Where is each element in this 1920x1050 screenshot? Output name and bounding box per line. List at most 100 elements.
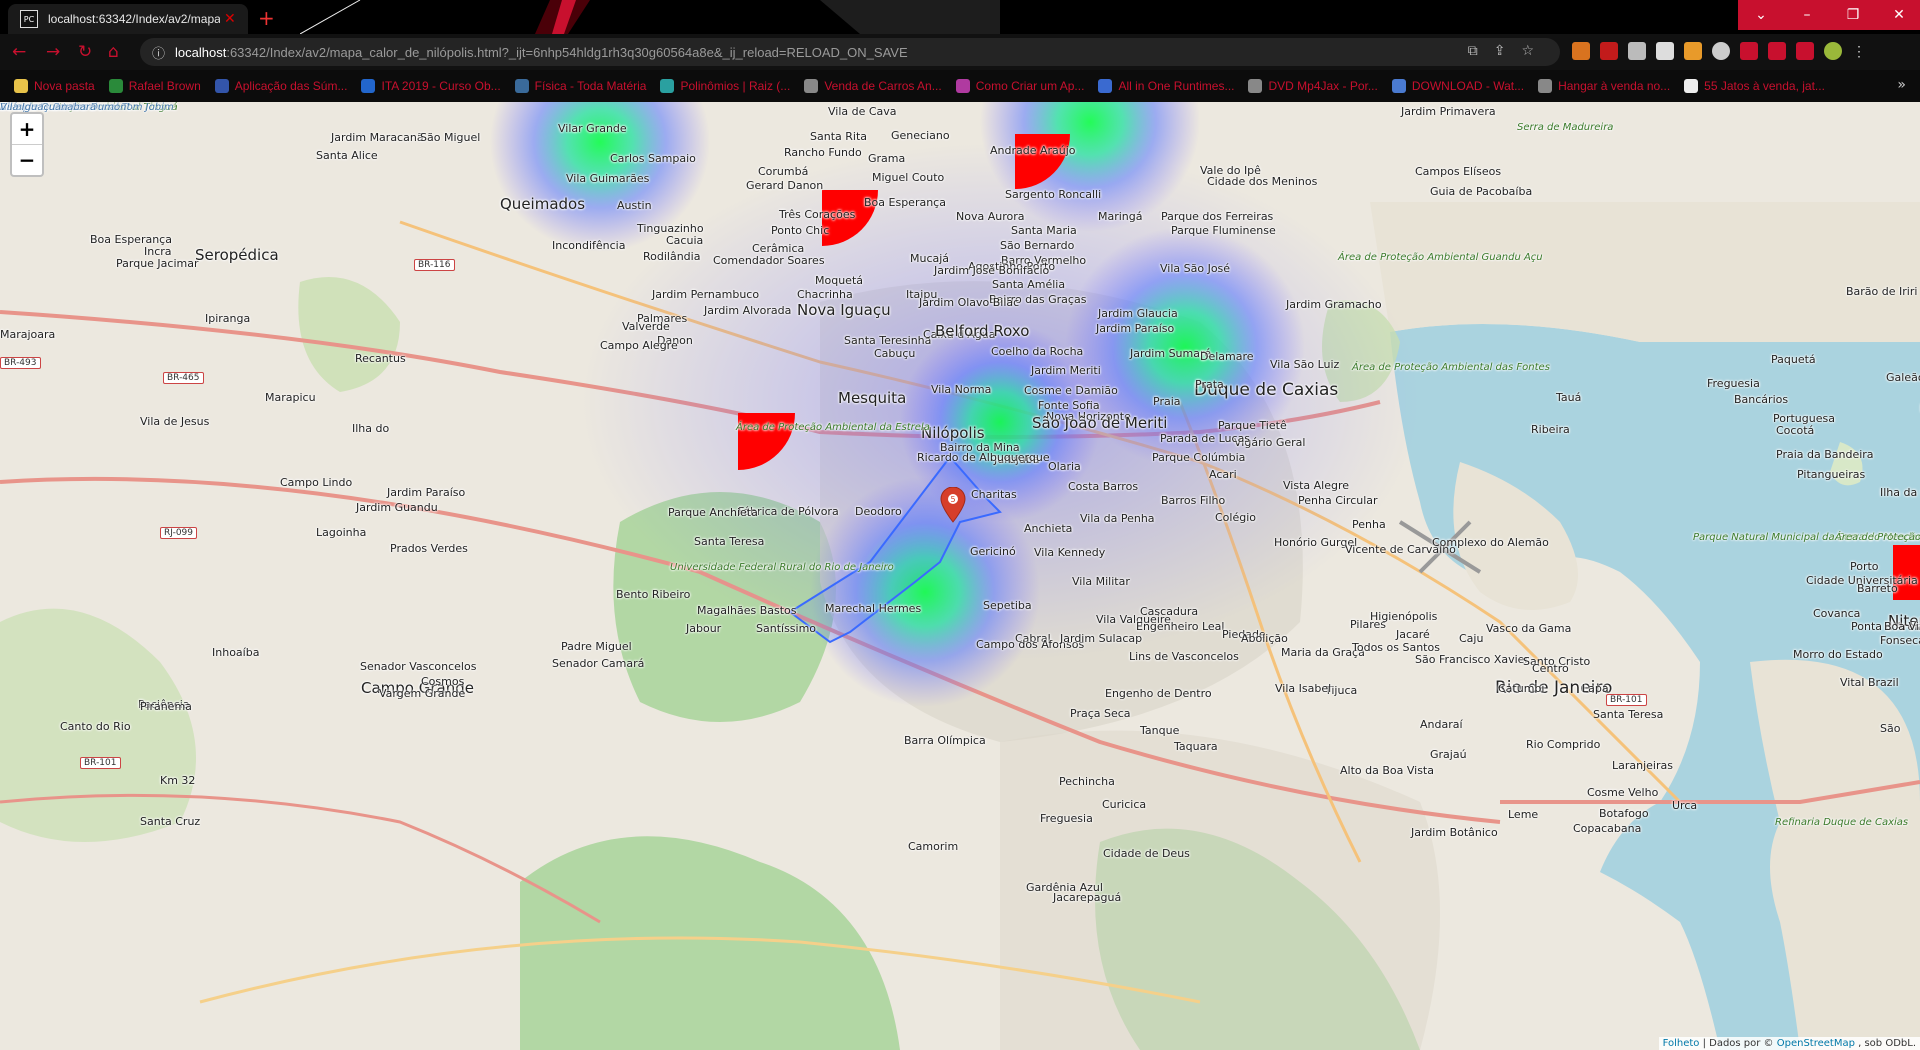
tab-close-icon[interactable]: ✕ — [224, 11, 236, 27]
bookmark-item[interactable]: All in One Runtimes... — [1098, 79, 1234, 93]
browser-menu-icon[interactable]: ⋮ — [1852, 42, 1870, 60]
map-label: Maringá — [1098, 210, 1143, 223]
bookmark-item[interactable]: DVD Mp4Jax - Por... — [1248, 79, 1378, 93]
home-icon[interactable]: ⌂ — [108, 42, 119, 62]
minimize-button[interactable]: – — [1784, 0, 1830, 30]
bookmark-item[interactable]: 55 Jatos à venda, jat... — [1684, 79, 1825, 93]
map-label: Campo Lindo — [280, 476, 353, 489]
attribution-text: | Dados por © — [1699, 1038, 1777, 1049]
map-label: Sargento Roncalli — [1005, 188, 1102, 201]
map-label: Jardim Primavera — [1401, 105, 1496, 118]
map-label: Porto — [1850, 560, 1879, 573]
map-label: Três Corações — [779, 208, 856, 221]
reading-list-icon[interactable] — [1768, 42, 1786, 60]
map-label: Ilha da Conceição — [1880, 486, 1920, 499]
forward-icon[interactable]: → — [46, 42, 60, 62]
bookmark-item[interactable]: Rafael Brown — [108, 79, 201, 93]
bookmark-item[interactable]: Hangar à venda no... — [1538, 79, 1670, 93]
reload-icon[interactable]: ↻ — [78, 42, 92, 62]
address-bar[interactable]: ⓘ localhost :63342/Index/av2/mapa_calor_… — [140, 38, 1560, 66]
road-shield: RJ-099 — [160, 527, 198, 539]
bookmarks-overflow-icon[interactable]: » — [1897, 77, 1906, 93]
map-label: Jardim Gramacho — [1286, 298, 1382, 311]
restore-button[interactable]: ❐ — [1830, 0, 1876, 30]
zoom-out-button[interactable]: − — [12, 144, 42, 175]
bookmark-item[interactable]: Aplicação das Súm... — [214, 79, 347, 93]
extension-pdf-icon[interactable] — [1600, 42, 1618, 60]
map-label: Barreto — [1857, 582, 1898, 595]
bookmark-item[interactable]: Como Criar um Ap... — [955, 79, 1084, 93]
map-label: Jardim Meriti — [1031, 364, 1101, 377]
map-label: Chacrinha — [797, 288, 853, 301]
bookmark-item[interactable]: Venda de Carros An... — [804, 79, 942, 93]
extensions-puzzle-icon[interactable] — [1740, 42, 1758, 60]
map-label: Coelho da Rocha — [991, 345, 1084, 358]
bookmark-item[interactable]: ITA 2019 - Curso Ob... — [361, 79, 501, 93]
bookmark-item[interactable]: Polinômios | Raiz (... — [660, 79, 790, 93]
map-label: Fonseca — [1880, 634, 1920, 647]
map-label: Vila Norma — [931, 383, 992, 396]
map-label: Parque Anchieta — [668, 506, 758, 519]
map-label: Prados Verdes — [390, 542, 468, 555]
extension-clipboard-icon[interactable] — [1656, 42, 1674, 60]
back-icon[interactable]: ← — [12, 42, 26, 62]
map-label: Abolição — [1241, 632, 1288, 645]
tab-active[interactable]: PC localhost:63342/Index/av2/mapa ✕ — [8, 4, 248, 34]
side-panel-icon[interactable] — [1796, 42, 1814, 60]
map-label: Canto do Rio — [60, 720, 131, 733]
close-window-button[interactable]: ✕ — [1876, 0, 1920, 30]
road-shield: BR-101 — [80, 757, 121, 769]
map-label: Campos Elíseos — [1415, 165, 1502, 178]
leaflet-map[interactable]: Vilar Grande Carlos Sampaio Vila Guimarães… — [0, 102, 1920, 1050]
map-label: São Francisco Xavier — [1415, 653, 1529, 666]
map-label: Lapa — [1582, 682, 1609, 695]
map-label: Ipiranga — [205, 312, 251, 325]
extension-print-icon[interactable] — [1628, 42, 1646, 60]
bookmark-item[interactable]: Nova pasta — [14, 79, 95, 93]
map-label: Austin — [617, 199, 652, 212]
map-label: Seropédica — [195, 246, 279, 264]
map-label: Belford Roxo — [935, 322, 1030, 340]
map-label: Jardim Alvorada — [704, 304, 792, 317]
tab-search-icon[interactable]: ⌄ — [1738, 0, 1784, 30]
map-label: Parque Fluminense — [1171, 224, 1276, 237]
osm-link[interactable]: OpenStreetMap — [1777, 1038, 1855, 1049]
map-label: Santa Teresa — [1593, 708, 1664, 721]
url-path: :63342/Index/av2/mapa_calor_de_nilópolis… — [226, 44, 908, 60]
map-label: Bento Ribeiro — [616, 588, 691, 601]
map-label: Jardim José Bonifácio — [934, 264, 1050, 277]
site-info-icon[interactable]: ⓘ — [152, 43, 165, 62]
map-label: Vila Militar — [1072, 575, 1130, 588]
map-label: Vila de Jesus — [140, 415, 210, 428]
map-label: Santa Amélia — [992, 278, 1066, 291]
leaflet-link[interactable]: Folheto — [1663, 1038, 1700, 1049]
zoom-in-button[interactable]: + — [12, 114, 42, 144]
new-tab-button[interactable]: + — [258, 6, 275, 30]
bookmark-label: Hangar à venda no... — [1558, 79, 1671, 93]
bookmark-item[interactable]: Física - Toda Matéria — [514, 79, 646, 93]
extension-fox-icon[interactable] — [1572, 42, 1590, 60]
pin-label: 5 — [950, 495, 955, 504]
map-label: Cascadura — [1140, 605, 1199, 618]
bookmark-favicon-icon — [1391, 79, 1406, 93]
map-label: Barra Olímpica — [904, 734, 986, 747]
omnibox-actions-icon[interactable]: ⧉⇪☆ — [1468, 43, 1550, 59]
map-label: Área de Proteção Ambiental Guandu Açu — [1338, 252, 1543, 263]
map-label: Colégio — [1215, 511, 1257, 524]
map-label: Gericinó — [970, 545, 1016, 558]
map-label: Carlos Sampaio — [610, 152, 696, 165]
map-label: Camorim — [908, 840, 959, 853]
map-label: Santa Rita — [810, 130, 867, 143]
map-pin-icon[interactable]: 5 — [940, 487, 966, 523]
extension-pencil-icon[interactable] — [1684, 42, 1702, 60]
map-label: Jabour — [686, 622, 722, 635]
map-label: Refinaria Duque de Caxias — [1775, 817, 1909, 828]
caxias-land — [1370, 202, 1920, 342]
map-label: Jacarepaguá — [1053, 891, 1122, 904]
bookmark-favicon-icon — [1538, 79, 1553, 93]
extensions-bar: ⋮ — [1572, 42, 1870, 60]
map-label: Andrade Araújo — [990, 144, 1076, 157]
profile-avatar[interactable] — [1824, 42, 1842, 60]
extension-gear-icon[interactable] — [1712, 42, 1730, 60]
bookmark-item[interactable]: DOWNLOAD - Wat... — [1391, 79, 1524, 93]
